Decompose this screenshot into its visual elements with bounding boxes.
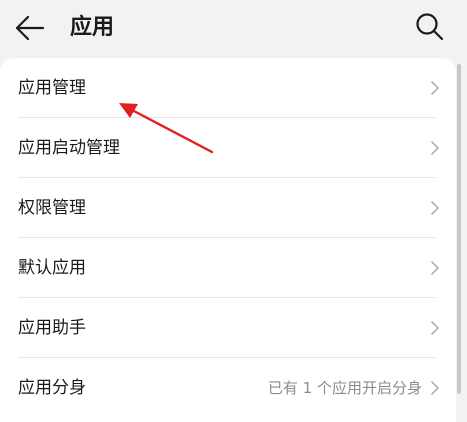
menu-item-app-startup-management[interactable]: 应用启动管理 [0, 118, 456, 178]
search-icon[interactable] [414, 11, 446, 43]
menu-item-label: 应用分身 [18, 378, 86, 398]
menu-item-app-twin[interactable]: 应用分身 已有 1 个应用开启分身 [0, 358, 456, 418]
chevron-right-icon [431, 261, 439, 275]
menu-item-label: 应用管理 [18, 78, 86, 98]
menu-item-label: 权限管理 [18, 198, 86, 218]
scrollbar[interactable] [457, 64, 461, 394]
menu-item-app-management[interactable]: 应用管理 [0, 58, 456, 118]
chevron-right-icon [431, 81, 439, 95]
chevron-right-icon [431, 381, 439, 395]
settings-list: 应用管理 应用启动管理 权限管理 默认应用 应用助手 应用分身 已有 1 个应用… [0, 58, 456, 422]
back-arrow-icon[interactable] [14, 13, 46, 43]
menu-item-label: 默认应用 [18, 258, 86, 278]
menu-item-label: 应用启动管理 [18, 138, 120, 158]
menu-item-status: 已有 1 个应用开启分身 [267, 379, 422, 397]
chevron-right-icon [431, 141, 439, 155]
menu-item-app-assistant[interactable]: 应用助手 [0, 298, 456, 358]
chevron-right-icon [431, 321, 439, 335]
chevron-right-icon [431, 201, 439, 215]
menu-item-default-apps[interactable]: 默认应用 [0, 238, 456, 298]
page-title: 应用 [70, 15, 115, 40]
menu-item-label: 应用助手 [18, 318, 86, 338]
app-header: 应用 [0, 0, 467, 56]
menu-item-permission-management[interactable]: 权限管理 [0, 178, 456, 238]
